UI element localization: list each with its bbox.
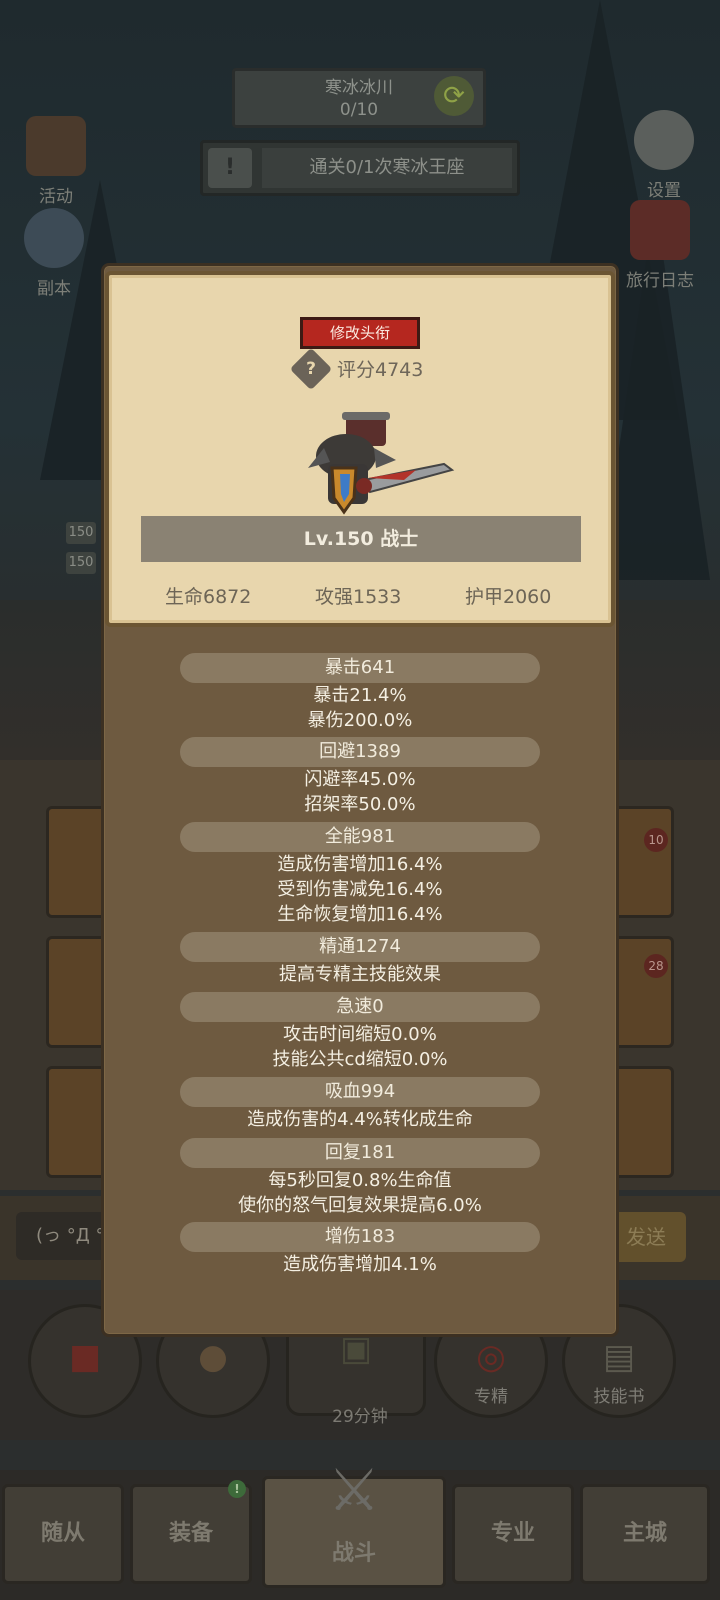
edit-title-button[interactable]: 修改头衔 [300,317,420,349]
tab-battle-label: 战斗 [331,1541,376,1566]
stat-header-damage: 增伤183 [180,1222,540,1252]
stat-header-leech: 吸血994 [180,1077,540,1107]
book-icon: ▤ [602,1337,636,1377]
tab-profession[interactable]: 专业 [452,1484,574,1584]
stat-header-avoidance: 回避1389 [180,737,540,767]
refresh-icon[interactable]: ⟳ [434,76,474,116]
stat-header-regen: 回复181 [180,1138,540,1168]
settings-button[interactable]: 设置 [616,110,712,201]
events-icon [26,116,86,176]
stat-line: 造成伤害的4.4%转化成生命 [247,1109,473,1130]
tab-followers[interactable]: 随从 [2,1484,124,1584]
level-class-banner: Lv.150 战士 [141,516,581,562]
unit-level-tag: 150 [66,552,96,574]
warrior-avatar [308,412,455,515]
tab-battle[interactable]: ⚔ 战斗 [262,1461,446,1588]
stat-line: 暴伤200.0% [307,710,413,731]
alert-icon: ! [208,148,252,188]
events-button[interactable]: 活动 [8,116,104,207]
tab-main-city[interactable]: 主城 [580,1484,710,1584]
score-label: 评分4743 [337,359,424,381]
stat-line: 提高专精主技能效果 [279,964,441,985]
quest-text: 通关0/1次寒冰王座 [262,148,512,188]
tab-equipment[interactable]: 装备 [130,1484,252,1584]
potion-icon: ■ [68,1337,102,1377]
stat-header-crit: 暴击641 [180,653,540,683]
stat-header-haste: 急速0 [180,992,540,1022]
stat-line: 暴击21.4% [313,685,407,706]
stat-line: 攻击时间缩短0.0% [283,1024,437,1045]
equipment-notif-dot: ! [228,1480,246,1498]
equipment-slot[interactable] [612,1066,674,1178]
skillbook-label: 技能书 [593,1387,645,1407]
journal-button[interactable]: 旅行日志 [612,200,708,291]
stat-line: 生命恢复增加16.4% [277,904,443,925]
stat-line: 每5秒回复0.8%生命值 [268,1170,452,1191]
stat-line: 造成伤害增加16.4% [277,854,443,875]
equipment-slot[interactable] [46,806,108,918]
item-count-badge: 28 [644,954,668,978]
equipment-slot[interactable] [46,936,108,1048]
journal-icon [630,200,690,260]
stat-line: 技能公共cd缩短0.0% [272,1049,448,1070]
armor-stat: 护甲2060 [465,586,552,608]
specialization-label: 专精 [474,1387,508,1407]
stat-header-versatility: 全能981 [180,822,540,852]
stat-header-mastery: 精通1274 [180,932,540,962]
events-label: 活动 [39,187,73,207]
stat-line: 使你的怒气回复效果提高6.0% [238,1195,482,1216]
equipment-slot[interactable] [612,806,674,918]
settings-label: 设置 [647,181,681,201]
item-count-badge: 10 [644,828,668,852]
dungeon-button[interactable]: 副本 [6,208,102,299]
equipment-slot[interactable] [46,1066,108,1178]
hp-stat: 生命6872 [165,586,252,608]
stat-line: 招架率50.0% [304,794,416,815]
dungeon-label: 副本 [37,279,71,299]
attack-power-stat: 攻强1533 [315,586,402,608]
crossed-swords-icon: ⚔ [328,1456,380,1524]
unit-level-tag: 150 [66,522,96,544]
gear-icon [634,110,694,170]
journal-label: 旅行日志 [626,271,694,291]
help-icon[interactable]: ? [289,347,333,391]
stat-line: 闪避率45.0% [304,769,416,790]
bread-icon: ● [198,1337,228,1377]
stat-line: 受到伤害减免16.4% [277,879,443,900]
specialization-icon: ◎ [476,1337,506,1377]
dungeon-icon [24,208,84,268]
equipment-slot[interactable] [612,936,674,1048]
stat-line: 造成伤害增加4.1% [283,1254,437,1275]
chest-timer: 29分钟 [332,1407,388,1427]
